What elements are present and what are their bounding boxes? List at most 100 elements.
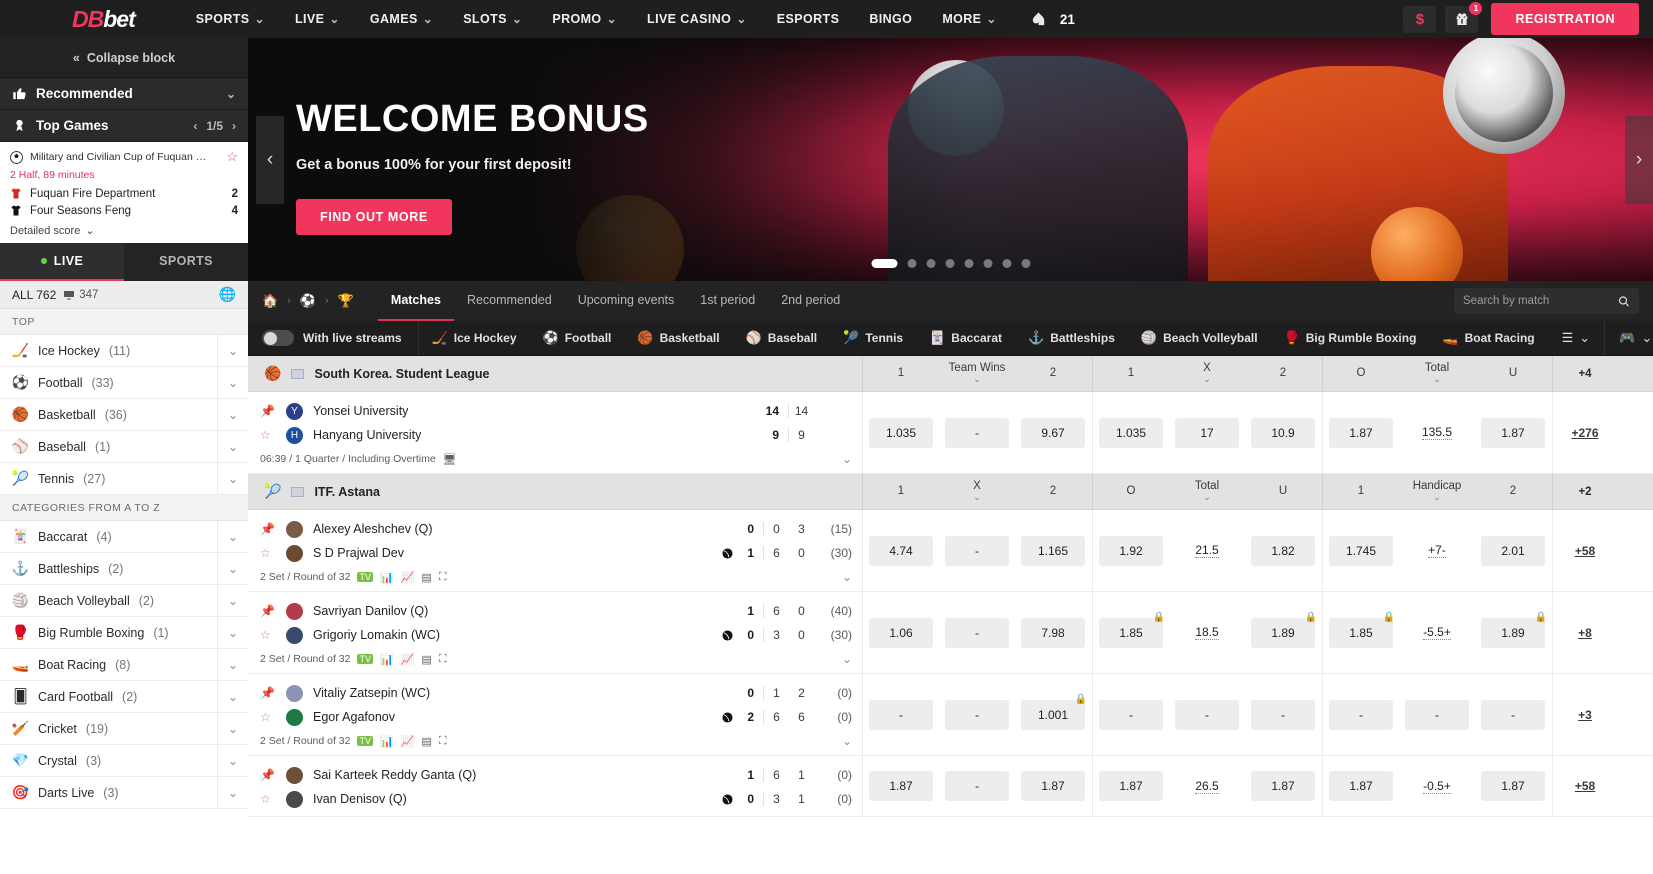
odd-button[interactable]: 1.745 xyxy=(1329,535,1393,566)
odd-button[interactable]: 1.89 🔒 xyxy=(1481,612,1547,648)
nav-item-bingo[interactable]: BINGO xyxy=(854,4,927,34)
chevron-down-icon[interactable]: ⌄ xyxy=(216,521,238,552)
search-box[interactable] xyxy=(1454,288,1639,314)
odd-button[interactable]: 1.85 🔒 xyxy=(1099,612,1165,648)
nav-item-live-casino[interactable]: LIVE CASINO ⌄ xyxy=(632,4,762,34)
odd-button[interactable]: - xyxy=(945,535,1009,566)
detailed-score-toggle[interactable]: Detailed score ⌄ xyxy=(10,224,238,238)
chevron-down-icon[interactable]: ⌄ xyxy=(973,374,981,385)
sidebar-item-football[interactable]: ⚽ Football (33) ⌄ xyxy=(0,367,248,399)
sport-chip-beach-volleyball[interactable]: 🏐 Beach Volleyball xyxy=(1128,321,1271,355)
market-column-header[interactable]: Handicap ⌄ xyxy=(1399,474,1475,509)
odd-button[interactable]: - xyxy=(945,617,1009,648)
chevron-down-icon[interactable]: ⌄ xyxy=(216,649,238,680)
tab-2nd-period[interactable]: 2nd period xyxy=(768,281,853,321)
extra-markets-link[interactable]: +58 xyxy=(1575,779,1595,793)
odd-button[interactable]: 1.165 xyxy=(1021,535,1085,566)
odd-button[interactable]: 1.85 🔒 xyxy=(1329,612,1395,648)
market-column-header[interactable]: 2 xyxy=(1245,356,1321,391)
extra-markets-link[interactable]: +3 xyxy=(1578,708,1592,722)
sidebar-all-row[interactable]: ALL 762 347 🌐 xyxy=(0,281,248,309)
nav-item-slots[interactable]: SLOTS ⌄ xyxy=(448,4,537,34)
odd-button[interactable]: - xyxy=(945,699,1009,730)
stream-icon[interactable]: TV xyxy=(357,572,373,582)
stream-icon[interactable]: TV xyxy=(357,736,373,746)
market-column-header[interactable]: Total ⌄ xyxy=(1169,474,1245,509)
nav-item-live[interactable]: LIVE ⌄ xyxy=(280,4,355,34)
chevron-down-icon[interactable]: ⌄ xyxy=(216,431,238,462)
chevron-down-icon[interactable]: ⌄ xyxy=(216,745,238,776)
nav-item-games[interactable]: GAMES ⌄ xyxy=(355,4,448,34)
sidebar-tab-sports[interactable]: SPORTS xyxy=(124,243,248,281)
tab-recommended[interactable]: Recommended xyxy=(454,281,565,321)
odd-button[interactable]: 1.82 xyxy=(1251,535,1315,566)
chart-icon[interactable]: 📈 xyxy=(401,571,415,584)
top-games-prev-icon[interactable]: ‹ xyxy=(193,119,197,133)
pin-icon[interactable]: 📌 xyxy=(260,768,277,782)
registration-button[interactable]: REGISTRATION xyxy=(1491,3,1639,35)
match-row[interactable]: 📌 Y Yonsei University 14 14 ☆ H Hanyang Univers… xyxy=(248,392,1653,474)
odd-button[interactable]: 1.87 xyxy=(1329,771,1393,801)
extra-markets-link[interactable]: +58 xyxy=(1575,544,1595,558)
favorite-star-icon[interactable]: ☆ xyxy=(260,792,277,806)
stream-icon[interactable]: TV xyxy=(357,654,373,664)
sport-icon[interactable]: ⚽ xyxy=(300,293,316,309)
extra-markets-cell[interactable]: +3 xyxy=(1552,674,1617,755)
sidebar-item-boat-racing[interactable]: 🚤 Boat Racing (8) ⌄ xyxy=(0,649,248,681)
sport-chip-baccarat[interactable]: 🃏 Baccarat xyxy=(916,321,1015,355)
odd-button[interactable]: 1.035 xyxy=(869,417,933,448)
extra-markets-cell[interactable]: +276 xyxy=(1552,392,1617,473)
market-column-header[interactable]: 1 xyxy=(1093,356,1169,391)
pin-icon[interactable]: 📌 xyxy=(260,604,277,618)
odd-button[interactable]: - xyxy=(1481,699,1545,730)
chevron-down-icon[interactable]: ⌄ xyxy=(1433,492,1441,503)
odd-button[interactable]: 1.87 xyxy=(1481,417,1545,448)
odd-button[interactable]: 7.98 xyxy=(1021,617,1085,648)
stats-icon[interactable]: 📊 xyxy=(380,571,394,584)
market-column-header[interactable]: U xyxy=(1245,474,1321,509)
extra-markets-link[interactable]: +276 xyxy=(1571,426,1598,440)
odd-button[interactable]: - xyxy=(1405,699,1469,730)
odd-button[interactable]: 1.89 🔒 xyxy=(1251,612,1317,648)
banner-dot-6[interactable] xyxy=(1002,259,1011,268)
market-column-header[interactable]: X ⌄ xyxy=(1169,356,1245,391)
stats-icon[interactable]: 📊 xyxy=(380,735,394,748)
sidebar-section-top-games[interactable]: Top Games ‹ 1/5 › xyxy=(0,110,248,142)
banner-next-button[interactable]: › xyxy=(1625,115,1653,204)
live-stream-toggle[interactable] xyxy=(262,330,294,346)
sidebar-item-darts-live[interactable]: 🎯 Darts Live (3) ⌄ xyxy=(0,777,248,809)
sport-chip-football[interactable]: ⚽ Football xyxy=(530,321,625,355)
market-column-header[interactable]: O xyxy=(1323,356,1399,391)
odd-button[interactable]: - xyxy=(1099,699,1163,730)
odd-button[interactable]: 4.74 xyxy=(869,535,933,566)
odd-button[interactable]: - xyxy=(1329,699,1393,730)
chevron-down-icon[interactable]: ⌄ xyxy=(1203,492,1211,503)
odd-button[interactable]: - xyxy=(945,771,1009,801)
league-header[interactable]: 🏀 South Korea. Student League 1 Team Wins ⌄ 2… xyxy=(248,356,1653,392)
odd-button[interactable]: 1.87 xyxy=(1481,771,1545,801)
match-row[interactable]: 📌 Savriyan Danilov (Q) 1 6 0 (40) ☆ Grigoriy Lo… xyxy=(248,592,1653,674)
collapse-block-button[interactable]: « Collapse block xyxy=(0,38,248,78)
market-column-header[interactable]: 2 xyxy=(1475,474,1551,509)
search-input[interactable] xyxy=(1463,295,1618,307)
odd-button[interactable]: 17 xyxy=(1175,417,1239,448)
odd-button[interactable]: - xyxy=(1251,699,1315,730)
odd-button[interactable]: 1.001 🔒 xyxy=(1021,694,1087,730)
pin-icon[interactable]: 📌 xyxy=(260,404,277,418)
favorite-star-icon[interactable]: ☆ xyxy=(260,546,277,560)
odd-button[interactable]: 10.9 xyxy=(1251,417,1315,448)
market-column-header[interactable]: 1 xyxy=(863,356,939,391)
market-column-header[interactable]: Team Wins ⌄ xyxy=(939,356,1015,391)
odd-button[interactable]: 9.67 xyxy=(1021,417,1085,448)
stats-icon[interactable]: 📊 xyxy=(380,653,394,666)
market-column-header[interactable]: 2 xyxy=(1015,356,1091,391)
sport-chip-ice-hockey[interactable]: 🏒 Ice Hockey xyxy=(419,321,530,355)
sport-chip-big-rumble-boxing[interactable]: 🥊 Big Rumble Boxing xyxy=(1271,321,1430,355)
nav-item-promo[interactable]: PROMO ⌄ xyxy=(537,4,632,34)
sidebar-item-cricket[interactable]: 🏏 Cricket (19) ⌄ xyxy=(0,713,248,745)
odd-button[interactable]: - xyxy=(1175,699,1239,730)
chevron-down-icon[interactable]: ⌄ xyxy=(216,777,238,808)
expand-match-chevron-icon[interactable]: ⌄ xyxy=(842,452,852,466)
chevron-down-icon[interactable]: ⌄ xyxy=(216,335,238,366)
favorite-star-icon[interactable]: ☆ xyxy=(260,428,277,442)
